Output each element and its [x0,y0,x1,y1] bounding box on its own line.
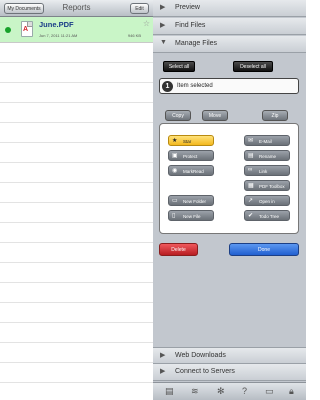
file-row[interactable]: A June.PDF Jun 7, 2011 11:21 AM 946 KB ☆ [0,17,153,43]
op-label: New File [183,213,201,219]
op-label: Open in [259,198,275,204]
done-button[interactable]: Done [229,243,299,256]
chevron-down-icon: ▼ [160,39,167,46]
chevron-right-icon: ▶ [160,352,166,359]
open-in-icon: ↗ [248,198,254,204]
section-label: Manage Files [175,40,218,47]
help-icon[interactable]: ? [242,386,247,396]
actions-pane: ▶ Preview ▶ Find Files ▼ Manage Files Se… [153,0,306,400]
folder-icon: ▭ [172,198,178,204]
section-label: Web Downloads [175,352,226,359]
pdf-toolbox-button[interactable]: ▦ PDF Toolbox [244,180,290,191]
file-icon: ▯ [172,213,176,219]
status-dot [5,27,11,33]
deselect-all-button[interactable]: Deselect all [233,61,273,72]
file-browser-pane: My Documents Reports Edit A June.PDF Jun… [0,0,153,400]
select-all-button[interactable]: Select all [163,61,195,72]
delete-button[interactable]: Delete [159,243,198,256]
pdf-icon: ▦ [248,183,254,189]
link-button[interactable]: ∞ Link [244,165,290,176]
op-label: Link [259,168,268,174]
inbox-icon[interactable]: ▤ [165,386,174,397]
new-file-button[interactable]: ▯ New File [168,210,214,221]
file-browser-header: My Documents Reports Edit [0,0,153,17]
file-action-tabs: Copy Move Zip [159,110,299,122]
mail-icon: ✉ [248,138,254,144]
star-outline-icon[interactable]: ☆ [143,19,150,28]
bottom-toolbar: ▤ ≋ ✻ ? ▭ 🔒︎ [153,382,306,400]
op-label: E-Mail [259,138,272,144]
copy-button[interactable]: Copy [165,110,191,121]
lock-icon: ▣ [172,153,178,159]
lock-icon[interactable]: 🔒︎ [289,386,294,397]
op-label: Star [183,138,192,144]
protect-button[interactable]: ▣ Protect [168,150,214,161]
section-label: Find Files [175,22,206,29]
selection-info: 1 Item selected [159,78,299,94]
link-icon: ∞ [248,167,253,173]
display-icon[interactable]: ▭ [265,386,274,397]
move-button[interactable]: Move [202,110,228,121]
section-connect-servers[interactable]: ▶ Connect to Servers [153,364,306,381]
rename-button[interactable]: ▤ Rename [244,150,290,161]
chevron-right-icon: ▶ [160,4,166,11]
file-name: June.PDF [39,20,74,29]
wifi-icon[interactable]: ≋ [191,386,199,397]
section-label: Preview [175,4,200,11]
op-label: Todo Tree [259,213,280,219]
section-preview[interactable]: ▶ Preview [153,0,306,17]
manage-files-panel: Select all Deselect all 1 Item selected … [153,54,306,349]
file-size: 946 KB [127,33,141,38]
gear-icon[interactable]: ✻ [217,386,225,397]
mark-read-button[interactable]: ◉ MarkRead [168,165,214,176]
zip-button[interactable]: Zip [262,110,288,121]
selection-info-text: Item selected [177,83,213,89]
op-label: New Folder [183,198,207,204]
selection-count-badge: 1 [162,81,173,92]
chevron-right-icon: ▶ [160,368,166,375]
checkmark-icon: ✔ [248,213,254,219]
section-web-downloads[interactable]: ▶ Web Downloads [153,347,306,364]
pdf-file-icon: A [21,21,33,37]
section-manage-files[interactable]: ▼ Manage Files [153,36,306,53]
empty-list-area [0,43,153,400]
section-label: Connect to Servers [175,368,235,375]
todo-tree-button[interactable]: ✔ Todo Tree [244,210,290,221]
rename-icon: ▤ [248,153,254,159]
operations-panel: ★ Star ▣ Protect ◉ MarkRead ▭ New Folder… [159,123,299,234]
op-label: Protect [183,153,198,159]
eye-icon: ◉ [172,168,178,174]
op-label: MarkRead [183,168,204,174]
file-date: Jun 7, 2011 11:21 AM [39,33,78,38]
chevron-right-icon: ▶ [160,22,166,29]
edit-button[interactable]: Edit [130,3,149,14]
new-folder-button[interactable]: ▭ New Folder [168,195,214,206]
star-icon: ★ [172,138,178,144]
star-button[interactable]: ★ Star [168,135,214,146]
op-label: PDF Toolbox [259,183,285,189]
open-in-button[interactable]: ↗ Open in [244,195,290,206]
section-find-files[interactable]: ▶ Find Files [153,18,306,35]
email-button[interactable]: ✉ E-Mail [244,135,290,146]
op-label: Rename [259,153,277,159]
